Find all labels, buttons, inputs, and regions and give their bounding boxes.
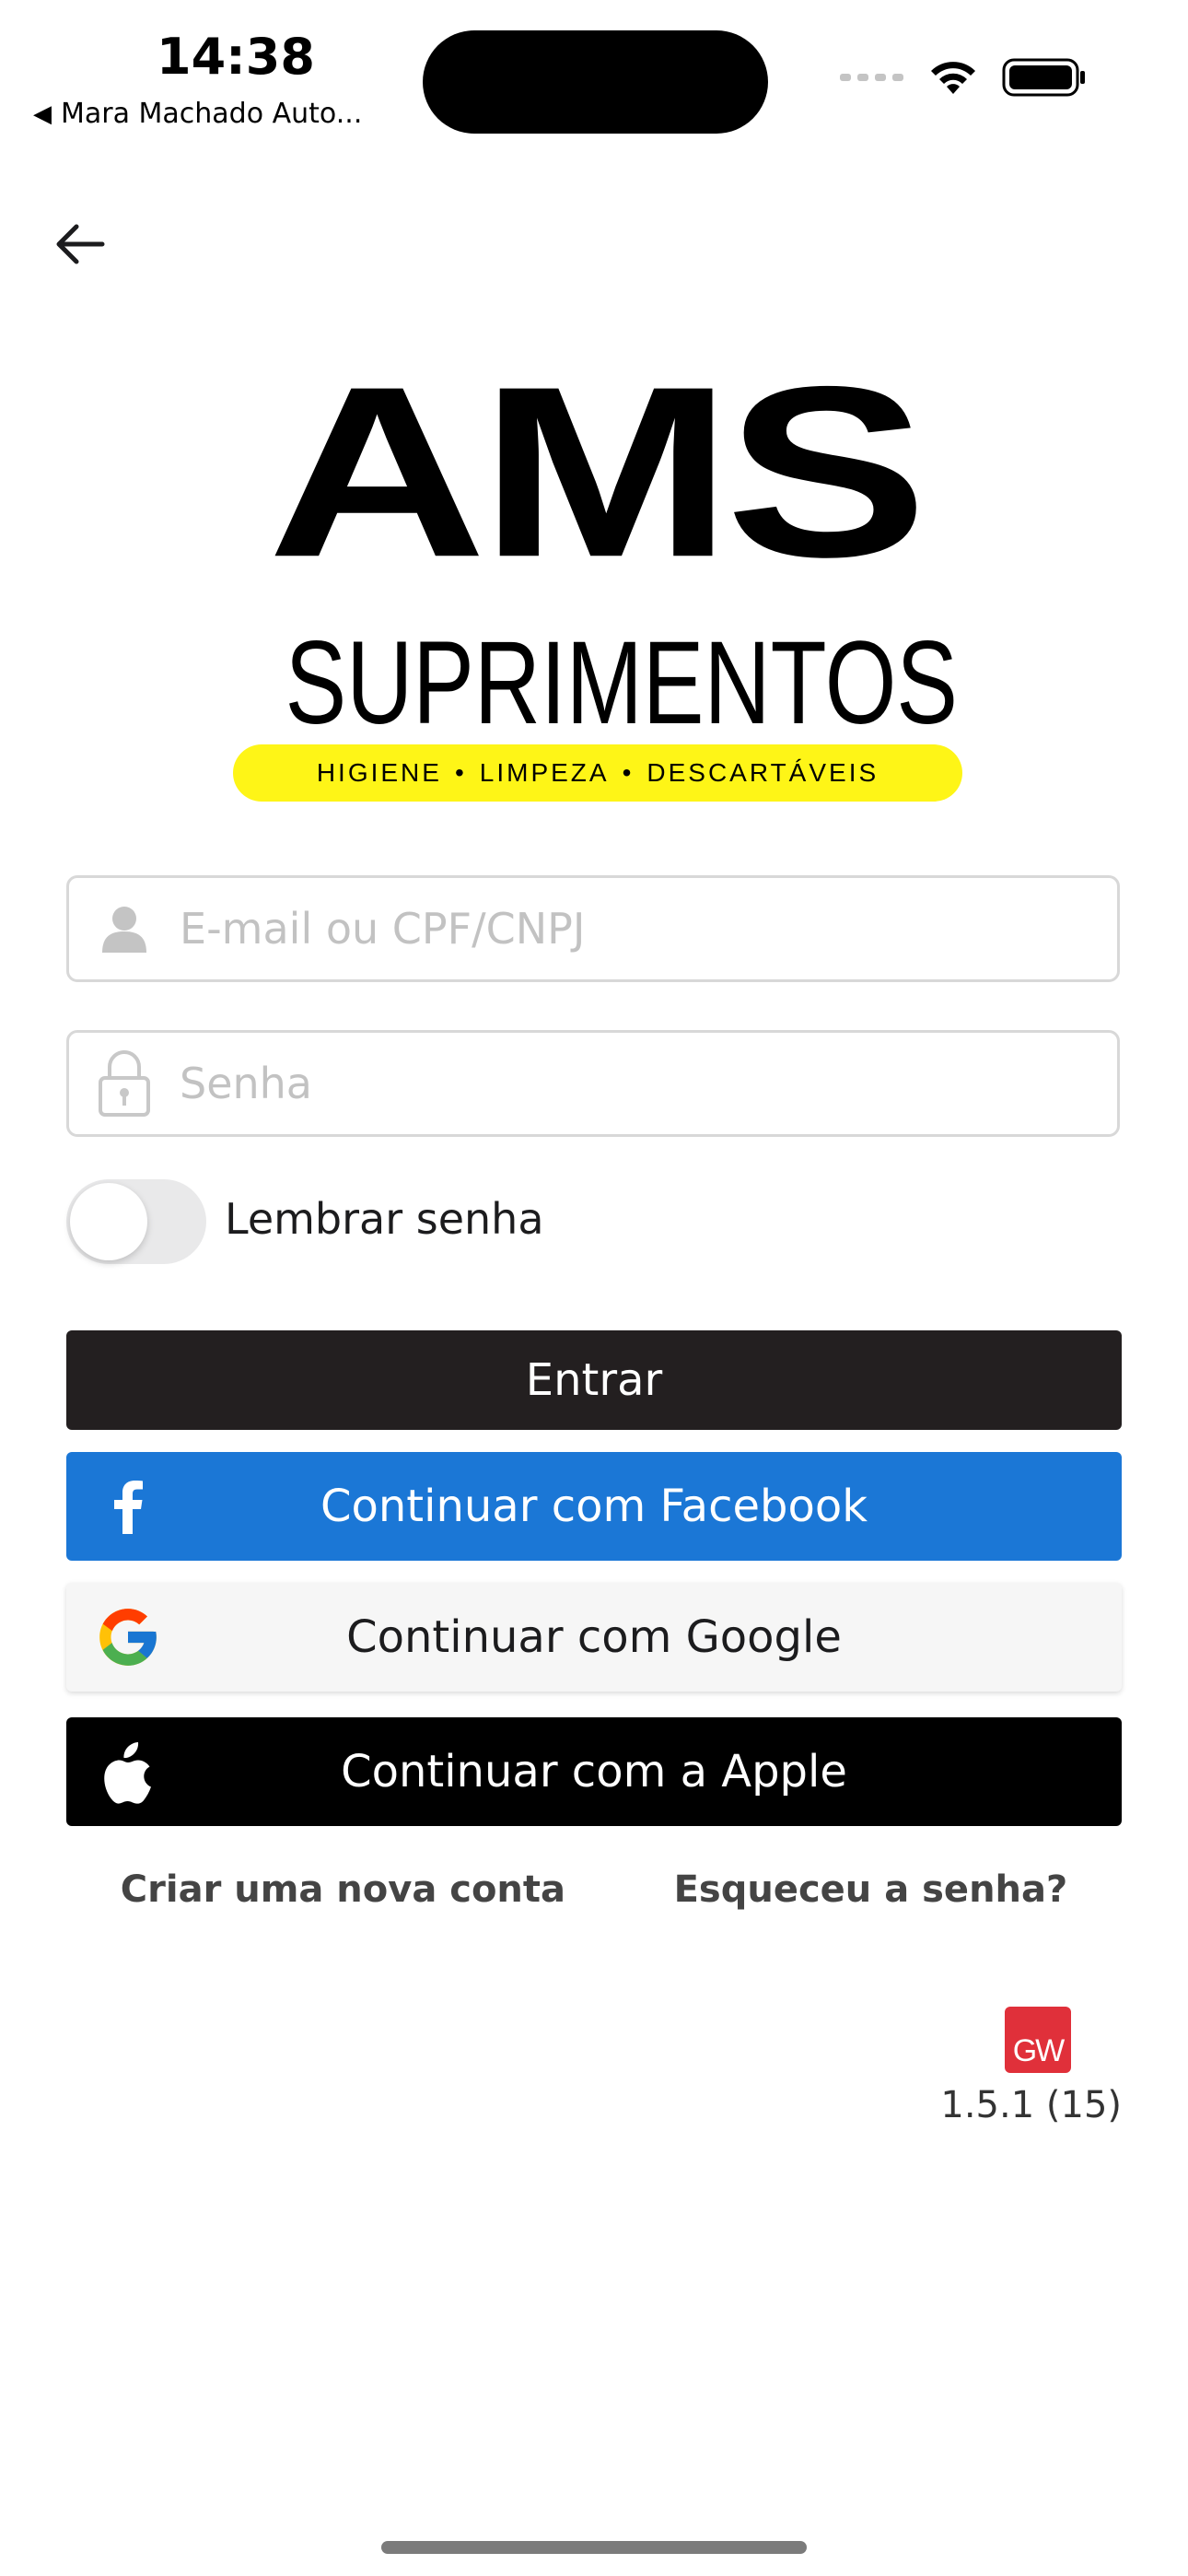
facebook-login-button[interactable]: Continuar com Facebook: [66, 1452, 1122, 1561]
back-button[interactable]: [48, 212, 112, 276]
account-links: Criar uma nova conta Esqueceu a senha?: [66, 1868, 1122, 1911]
status-indicators: [840, 57, 1087, 98]
login-field[interactable]: [66, 875, 1120, 982]
brand-logo: AMS SUPRIMENTOS HIGIENE • LIMPEZA • DESC…: [198, 350, 990, 811]
remember-password-label: Lembrar senha: [225, 1194, 544, 1244]
create-account-link[interactable]: Criar uma nova conta: [121, 1868, 565, 1911]
status-time: 14:38: [157, 28, 315, 86]
back-app-label: Mara Machado Auto...: [61, 98, 363, 130]
tagline-item: DESCARTÁVEIS: [646, 758, 879, 787]
tagline-dot: •: [454, 758, 467, 787]
tagline-item: LIMPEZA: [479, 758, 610, 787]
login-button[interactable]: Entrar: [66, 1330, 1122, 1430]
battery-icon: [1002, 58, 1085, 97]
password-field[interactable]: [66, 1030, 1120, 1137]
facebook-icon: [87, 1452, 169, 1561]
logo-sub-text: SUPRIMENTOS: [285, 617, 959, 749]
tagline-dot: •: [622, 758, 635, 787]
toggle-knob: [70, 1183, 147, 1260]
facebook-button-label: Continuar com Facebook: [320, 1481, 868, 1532]
apple-button-label: Continuar com a Apple: [341, 1746, 847, 1797]
back-triangle-icon: ◀: [33, 100, 52, 128]
lock-icon: [69, 1048, 180, 1118]
home-indicator[interactable]: [381, 2541, 807, 2554]
gw-badge-logo: GW: [1005, 2007, 1071, 2073]
google-button-label: Continuar com Google: [346, 1611, 842, 1663]
logo-main-text: AMS: [267, 335, 927, 608]
wifi-icon: [931, 62, 975, 94]
forgot-password-link[interactable]: Esqueceu a senha?: [674, 1868, 1068, 1911]
user-icon: [69, 903, 180, 954]
app-version: 1.5.1 (15): [940, 2084, 1122, 2126]
dynamic-island: [423, 30, 768, 134]
google-login-button[interactable]: Continuar com Google: [66, 1583, 1122, 1692]
remember-password-toggle[interactable]: [66, 1179, 206, 1264]
tagline-item: HIGIENE: [316, 758, 442, 787]
back-to-app-link[interactable]: ◀ Mara Machado Auto...: [33, 98, 362, 130]
login-button-label: Entrar: [525, 1354, 663, 1406]
google-icon: [87, 1583, 169, 1692]
cellular-signal-icon: [840, 74, 903, 81]
password-input[interactable]: [180, 1059, 1082, 1108]
login-input[interactable]: [180, 904, 1082, 954]
apple-icon: [87, 1717, 169, 1826]
logo-tagline: HIGIENE • LIMPEZA • DESCARTÁVEIS: [233, 744, 962, 802]
arrow-left-icon: [56, 224, 105, 264]
apple-login-button[interactable]: Continuar com a Apple: [66, 1717, 1122, 1826]
